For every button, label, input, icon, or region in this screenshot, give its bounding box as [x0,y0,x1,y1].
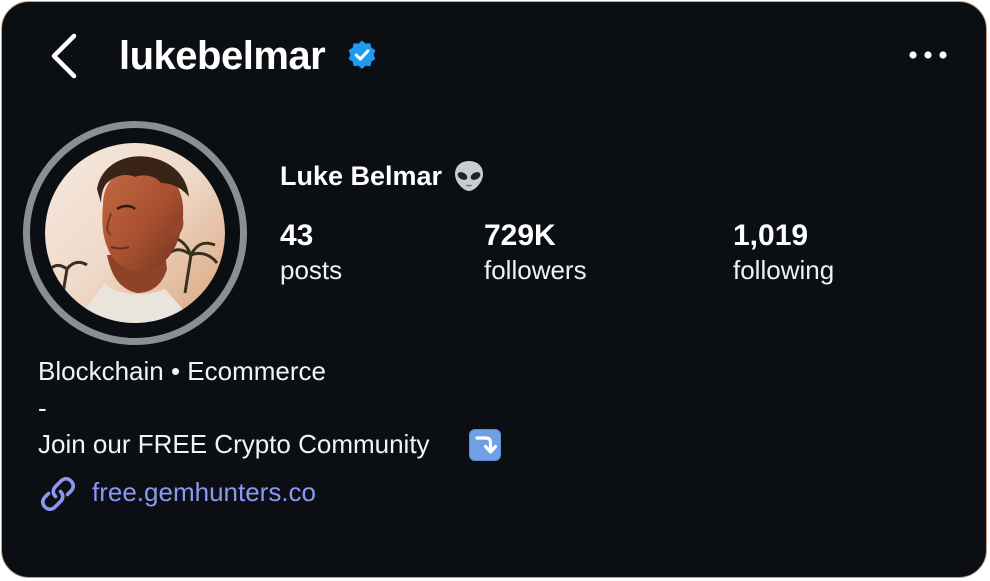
followers-count: 729K [484,219,556,252]
profile-display-name: Luke Belmar [280,161,443,191]
more-options-button[interactable] [906,42,952,68]
followers-label: followers [484,255,587,285]
arrow-down-right-emoji-icon [469,429,501,461]
profile-card: lukebelmar Luke Belmar 43 posts 729K fol… [1,1,987,578]
stat-posts[interactable]: 43 posts [280,218,342,286]
more-horizontal-icon [909,51,947,59]
profile-photo [45,143,225,323]
stat-followers[interactable]: 729K followers [484,218,587,286]
bio-cta-line: Join our FREE Crypto Community [38,429,430,459]
back-button[interactable] [46,30,86,82]
bio-category-line: Blockchain • Ecommerce [38,356,326,386]
stat-following[interactable]: 1,019 following [733,218,834,286]
profile-link-text[interactable]: free.gemhunters.co [92,475,316,509]
verified-badge-icon [348,40,376,69]
alien-emoji-icon [455,161,483,191]
posts-label: posts [280,255,343,285]
chevron-left-icon [51,33,77,79]
following-count: 1,019 [733,219,809,252]
profile-username: lukebelmar [119,34,326,78]
posts-count: 43 [280,219,314,252]
avatar[interactable] [45,143,225,323]
avatar-ring[interactable] [23,121,247,345]
following-label: following [733,255,835,285]
link-icon [40,476,76,512]
bio-separator-line: - [38,393,47,423]
